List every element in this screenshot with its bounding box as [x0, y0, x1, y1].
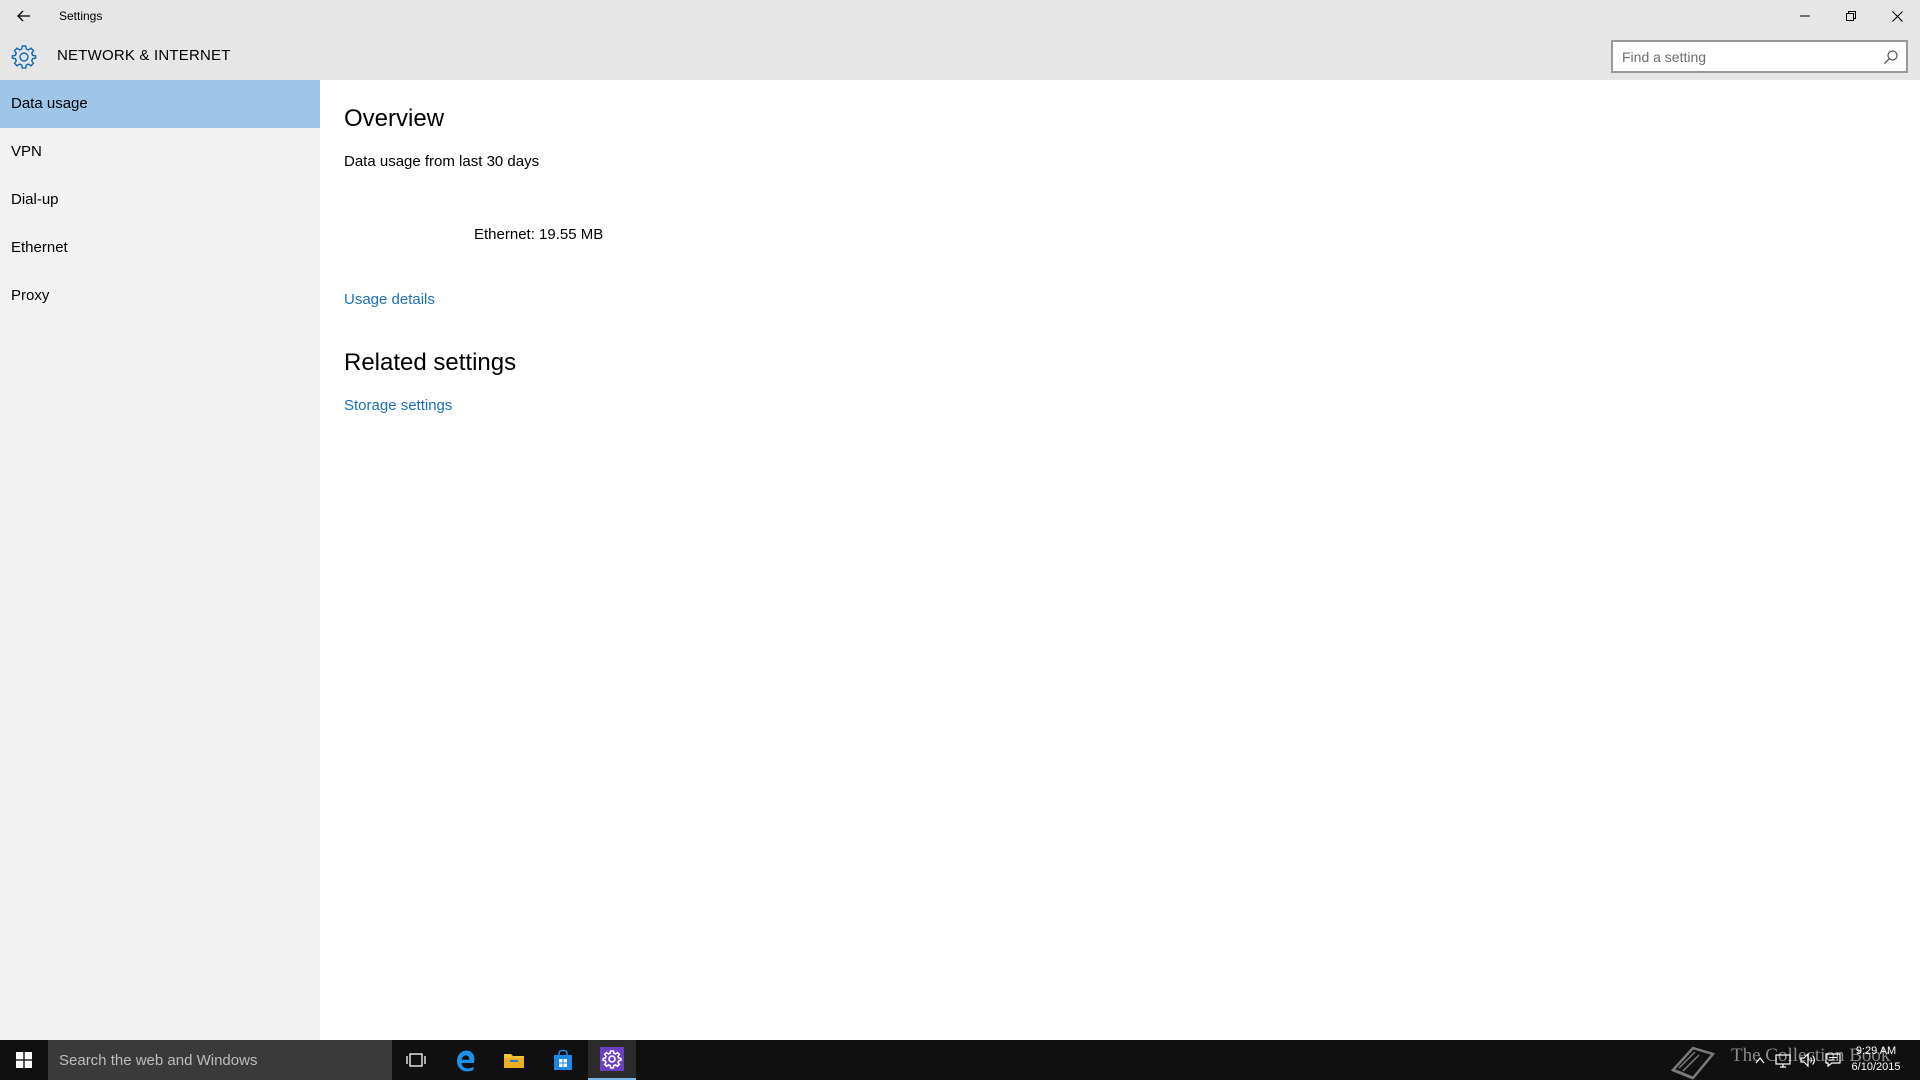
- taskbar: Search the web and Windows The Collectio…: [0, 1040, 1920, 1080]
- usage-range-text: Data usage from last 30 days: [344, 153, 540, 170]
- notifications-icon: [1825, 1053, 1841, 1068]
- sidebar-item-data-usage[interactable]: Data usage: [0, 80, 320, 128]
- file-explorer-icon: [504, 1054, 524, 1068]
- volume-tray-button[interactable]: [1799, 1051, 1817, 1069]
- search-icon[interactable]: [1883, 49, 1899, 65]
- usage-details-link[interactable]: Usage details: [344, 291, 435, 308]
- settings-header: NETWORK & INTERNET: [0, 32, 1920, 80]
- clock-time: 9:29 AM: [1855, 1045, 1897, 1057]
- sidebar-item-label: Ethernet: [11, 239, 68, 256]
- store-button[interactable]: [539, 1040, 587, 1080]
- show-hidden-icons-button[interactable]: [1751, 1051, 1769, 1069]
- file-explorer-button[interactable]: [490, 1040, 538, 1080]
- sidebar-item-label: Dial-up: [11, 191, 59, 208]
- sidebar: Data usage VPN Dial-up Ethernet Proxy: [0, 80, 320, 1040]
- sidebar-item-label: Proxy: [11, 287, 50, 304]
- windows-logo-icon: [16, 1052, 32, 1068]
- sidebar-item-vpn[interactable]: VPN: [0, 128, 320, 176]
- clock-date: 6/10/2015: [1851, 1061, 1901, 1073]
- settings-icon: [600, 1047, 624, 1071]
- book-logo-icon: [1670, 1046, 1716, 1080]
- sidebar-item-ethernet[interactable]: Ethernet: [0, 224, 320, 272]
- related-settings-heading: Related settings: [344, 349, 517, 376]
- main-content: Overview Data usage from last 30 days Et…: [344, 80, 1904, 1040]
- search-input[interactable]: [1622, 48, 1872, 66]
- sidebar-item-proxy[interactable]: Proxy: [0, 272, 320, 320]
- store-icon: [554, 1049, 572, 1070]
- action-center-button[interactable]: [1824, 1051, 1842, 1069]
- sidebar-item-dial-up[interactable]: Dial-up: [0, 176, 320, 224]
- taskbar-search-placeholder: Search the web and Windows: [59, 1052, 258, 1069]
- task-view-button[interactable]: [392, 1040, 440, 1080]
- overview-heading: Overview: [344, 105, 445, 132]
- sidebar-item-label: Data usage: [11, 95, 88, 112]
- page-title: NETWORK & INTERNET: [57, 47, 231, 64]
- find-setting-search[interactable]: [1611, 40, 1908, 73]
- settings-app-button[interactable]: [588, 1040, 636, 1080]
- ethernet-usage-value: Ethernet: 19.55 MB: [474, 226, 604, 243]
- taskbar-clock[interactable]: 9:29 AM 6/10/2015: [1846, 1043, 1906, 1077]
- task-view-icon: [406, 1053, 426, 1067]
- network-icon: [1775, 1054, 1791, 1068]
- edge-icon: [457, 1050, 475, 1072]
- back-arrow-icon[interactable]: [12, 6, 36, 26]
- sidebar-item-label: VPN: [11, 143, 42, 160]
- title-bar: Settings: [0, 0, 1920, 32]
- gear-icon: [11, 45, 37, 69]
- close-button[interactable]: [1874, 0, 1920, 32]
- start-button[interactable]: [0, 1040, 48, 1080]
- speaker-icon: [1800, 1052, 1815, 1068]
- taskbar-search-box[interactable]: Search the web and Windows: [48, 1040, 392, 1080]
- window-title: Settings: [59, 9, 103, 23]
- restore-button[interactable]: [1828, 0, 1874, 32]
- chevron-up-icon: [1755, 1057, 1765, 1064]
- edge-button[interactable]: [441, 1040, 489, 1080]
- network-tray-button[interactable]: [1774, 1051, 1792, 1069]
- storage-settings-link[interactable]: Storage settings: [344, 397, 452, 414]
- minimize-button[interactable]: [1782, 0, 1828, 32]
